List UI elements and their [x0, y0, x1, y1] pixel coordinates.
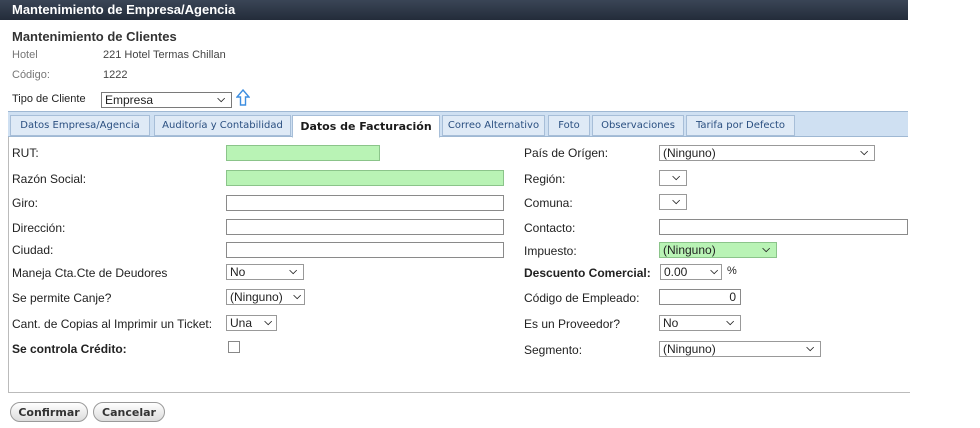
permite-canje-select[interactable]: (Ninguno) ⌵	[226, 289, 305, 305]
tipo-cliente-value: Empresa	[105, 93, 154, 107]
segmento-label: Segmento:	[524, 343, 583, 357]
es-proveedor-label: Es un Proveedor?	[524, 317, 621, 331]
cant-copias-label: Cant. de Copias al Imprimir un Ticket:	[12, 317, 213, 331]
direccion-label: Dirección:	[12, 221, 66, 235]
chevron-down-icon: ⌵	[860, 147, 868, 158]
region-select[interactable]: ⌵	[659, 170, 687, 186]
codigo-empleado-label: Código de Empleado:	[524, 291, 640, 305]
cancel-button[interactable]: Cancelar	[93, 402, 165, 422]
descuento-value: 0.00	[664, 265, 688, 279]
contacto-label: Contacto:	[524, 221, 576, 235]
contacto-input[interactable]	[659, 219, 908, 235]
comuna-select[interactable]: ⌵	[659, 194, 687, 210]
rut-label: RUT:	[12, 146, 39, 160]
tipo-cliente-select[interactable]: Empresa ⌵	[101, 92, 232, 108]
up-arrow-icon[interactable]	[236, 89, 250, 107]
pais-origen-label: País de Orígen:	[524, 146, 609, 160]
pais-origen-select[interactable]: (Ninguno) ⌵	[659, 145, 875, 161]
chevron-down-icon: ⌵	[806, 343, 814, 354]
tipo-cliente-label: Tipo de Cliente	[12, 93, 86, 105]
rut-input[interactable]	[226, 145, 380, 161]
es-proveedor-value: No	[663, 316, 679, 330]
cant-copias-select[interactable]: Una ⌵	[226, 315, 277, 331]
controla-credito-label: Se controla Crédito:	[12, 342, 127, 356]
maneja-cta-label: Maneja Cta.Cte de Deudores	[12, 266, 168, 280]
chevron-down-icon: ⌵	[293, 291, 301, 302]
confirm-button[interactable]: Confirmar	[10, 402, 88, 422]
permite-canje-label: Se permite Canje?	[12, 291, 112, 305]
ciudad-label: Ciudad:	[12, 243, 54, 257]
section-title: Mantenimiento de Clientes	[12, 29, 177, 44]
chevron-down-icon: ⌵	[264, 317, 272, 328]
chevron-down-icon: ⌵	[672, 196, 680, 207]
es-proveedor-select[interactable]: No ⌵	[659, 315, 741, 331]
tab-foto[interactable]: Foto	[548, 115, 590, 136]
chevron-down-icon: ⌵	[217, 94, 225, 105]
chevron-down-icon: ⌵	[762, 244, 770, 255]
chevron-down-icon: ⌵	[726, 317, 734, 328]
pais-origen-value: (Ninguno)	[663, 146, 716, 160]
impuesto-label: Impuesto:	[524, 244, 577, 258]
razon-social-label: Razón Social:	[12, 172, 87, 186]
razon-social-input[interactable]	[226, 170, 504, 186]
controla-credito-checkbox[interactable]	[228, 341, 240, 353]
codigo-label: Código:	[12, 69, 50, 81]
tab-observaciones[interactable]: Observaciones	[592, 115, 684, 136]
comuna-label: Comuna:	[524, 196, 573, 210]
tab-correo-alternativo[interactable]: Correo Alternativo	[442, 115, 545, 136]
codigo-value: 1222	[103, 69, 128, 81]
impuesto-select[interactable]: (Ninguno) ⌵	[659, 242, 777, 258]
window-title: Mantenimiento de Empresa/Agencia	[0, 0, 908, 20]
codigo-empleado-input[interactable]: 0	[659, 289, 741, 305]
tab-tarifa-defecto[interactable]: Tarifa por Defecto	[686, 115, 795, 136]
hotel-label: Hotel	[12, 49, 38, 61]
tab-bar: Datos Empresa/Agencia Auditoría y Contab…	[8, 111, 908, 138]
ciudad-input[interactable]	[226, 242, 504, 258]
percent-unit: %	[727, 265, 737, 277]
maneja-cta-select[interactable]: No ⌵	[226, 264, 304, 280]
hotel-value: 221 Hotel Termas Chillan	[103, 49, 226, 61]
direccion-input[interactable]	[226, 219, 504, 235]
maneja-cta-value: No	[230, 265, 246, 279]
region-label: Región:	[524, 172, 566, 186]
tab-datos-empresa[interactable]: Datos Empresa/Agencia	[10, 115, 150, 136]
tab-datos-facturacion[interactable]: Datos de Facturación	[292, 115, 440, 138]
segmento-select[interactable]: (Ninguno) ⌵	[659, 341, 821, 357]
tab-auditoria[interactable]: Auditoría y Contabilidad	[154, 115, 291, 136]
chevron-down-icon: ⌵	[289, 266, 297, 277]
chevron-down-icon: ⌵	[672, 172, 680, 183]
chevron-down-icon: ⌵	[710, 266, 718, 277]
descuento-label: Descuento Comercial:	[524, 266, 651, 280]
giro-input[interactable]	[226, 195, 504, 211]
permite-canje-value: (Ninguno)	[230, 290, 283, 304]
impuesto-value: (Ninguno)	[663, 243, 716, 257]
cant-copias-value: Una	[230, 316, 253, 330]
segmento-value: (Ninguno)	[663, 342, 716, 356]
giro-label: Giro:	[12, 196, 39, 210]
descuento-select[interactable]: 0.00 ⌵	[660, 264, 722, 280]
